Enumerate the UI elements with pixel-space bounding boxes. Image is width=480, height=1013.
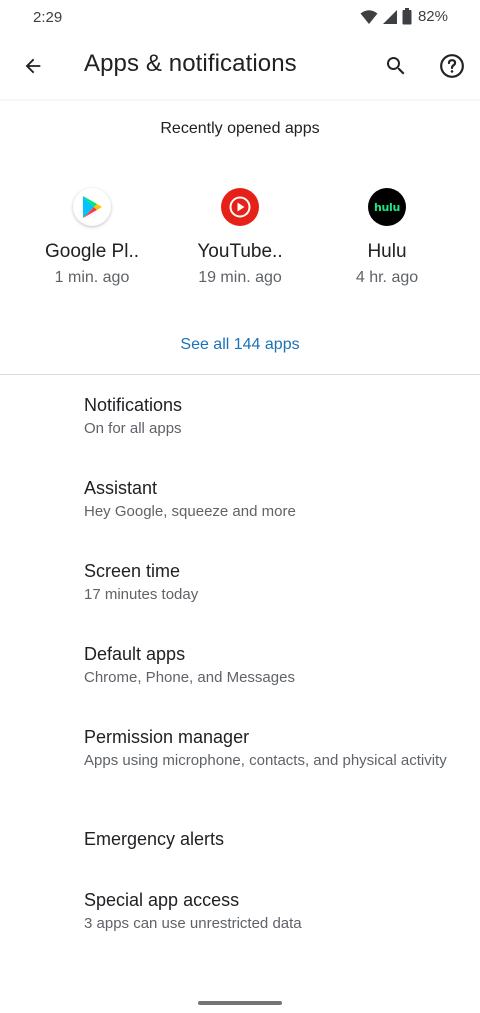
setting-title: Emergency alerts: [84, 829, 225, 849]
setting-assistant[interactable]: Assistant Hey Google, squeeze and more: [84, 476, 454, 521]
setting-permission-manager[interactable]: Permission manager Apps using microphone…: [84, 725, 454, 770]
cell-signal-icon: [382, 9, 397, 24]
setting-summary: Apps using microphone, contacts, and phy…: [84, 752, 447, 769]
battery-percent: 82%: [417, 8, 448, 25]
app-bar: Apps & notifications: [0, 36, 480, 96]
setting-default-apps[interactable]: Default apps Chrome, Phone, and Messages: [84, 642, 454, 687]
help-button[interactable]: [432, 46, 472, 86]
recent-app-google-play[interactable]: Google Pl.. 1 min. ago: [12, 188, 172, 287]
setting-screen-time[interactable]: Screen time 17 minutes today: [84, 559, 454, 604]
recent-app-time: 4 hr. ago: [355, 269, 419, 286]
search-button[interactable]: [376, 46, 416, 86]
setting-title: Assistant: [84, 478, 158, 498]
recent-app-name: Hulu: [367, 241, 407, 262]
setting-title: Special app access: [84, 890, 240, 910]
recent-apps-header: Recently opened apps: [160, 120, 320, 137]
status-icons: 82%: [360, 8, 448, 25]
recent-app-youtube[interactable]: YouTube.. 19 min. ago: [160, 188, 320, 287]
divider: [0, 374, 480, 375]
status-bar: 2:29 82%: [0, 0, 480, 36]
recent-app-time: 19 min. ago: [198, 269, 282, 286]
recent-app-name: Google Pl..: [45, 241, 139, 262]
gesture-nav-handle[interactable]: [198, 1001, 282, 1005]
setting-title: Screen time: [84, 561, 181, 581]
setting-special-app-access[interactable]: Special app access 3 apps can use unrest…: [84, 888, 454, 933]
back-button[interactable]: [13, 46, 53, 86]
hulu-logo-text: hulu: [373, 200, 401, 214]
recent-app-hulu[interactable]: hulu Hulu 4 hr. ago: [307, 188, 467, 287]
setting-title: Default apps: [84, 644, 186, 664]
help-circle-icon: [440, 54, 464, 78]
recent-app-time: 1 min. ago: [54, 269, 130, 286]
google-play-icon: [73, 188, 111, 226]
arrow-back-icon: [25, 58, 41, 74]
setting-summary: Hey Google, squeeze and more: [84, 503, 296, 520]
setting-emergency-alerts[interactable]: Emergency alerts: [84, 827, 454, 851]
youtube-music-icon: [221, 188, 259, 226]
setting-summary: On for all apps: [84, 420, 182, 437]
see-all-apps-link[interactable]: See all 144 apps: [0, 336, 480, 354]
hulu-icon: hulu: [368, 188, 406, 226]
status-time: 2:29: [33, 9, 63, 26]
battery-icon: [402, 8, 412, 25]
setting-title: Permission manager: [84, 727, 250, 747]
setting-title: Notifications: [84, 395, 183, 415]
setting-notifications[interactable]: Notifications On for all apps: [84, 393, 454, 438]
setting-summary: Chrome, Phone, and Messages: [84, 669, 295, 686]
page-title: Apps & notifications: [84, 50, 297, 77]
setting-summary: 17 minutes today: [84, 586, 199, 603]
wifi-icon: [360, 9, 378, 24]
search-icon: [387, 57, 405, 75]
setting-summary: 3 apps can use unrestricted data: [84, 915, 302, 932]
app-bar-shadow: [0, 99, 480, 102]
recent-app-name: YouTube..: [197, 241, 283, 262]
